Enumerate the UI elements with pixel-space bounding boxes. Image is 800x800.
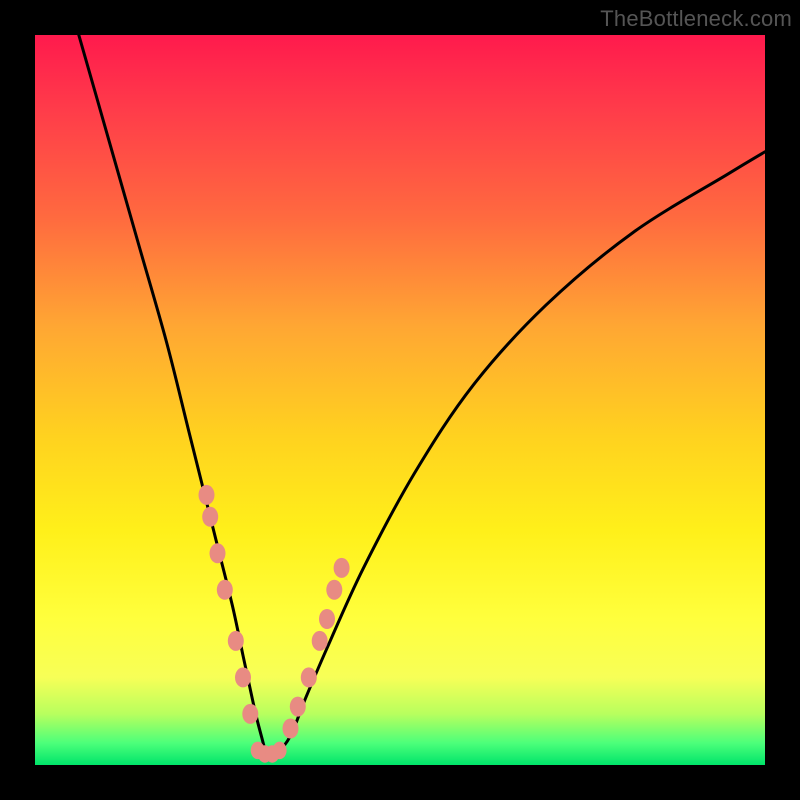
curve-marker xyxy=(273,742,287,760)
curve-marker xyxy=(319,609,335,629)
curve-marker xyxy=(202,507,218,527)
curve-marker xyxy=(210,543,226,563)
curve-marker xyxy=(283,719,299,739)
curve-marker xyxy=(199,485,215,505)
curve-marker xyxy=(290,697,306,717)
curve-marker xyxy=(334,558,350,578)
curve-marker xyxy=(217,580,233,600)
chart-svg xyxy=(35,35,765,765)
curve-marker xyxy=(235,667,251,687)
chart-frame: TheBottleneck.com xyxy=(0,0,800,800)
curve-marker xyxy=(312,631,328,651)
watermark-label: TheBottleneck.com xyxy=(600,6,792,32)
curve-marker xyxy=(242,704,258,724)
curve-marker xyxy=(301,667,317,687)
bottleneck-curve xyxy=(79,35,765,756)
curve-marker xyxy=(228,631,244,651)
curve-markers xyxy=(199,485,350,763)
curve-marker xyxy=(326,580,342,600)
chart-plot-area xyxy=(35,35,765,765)
